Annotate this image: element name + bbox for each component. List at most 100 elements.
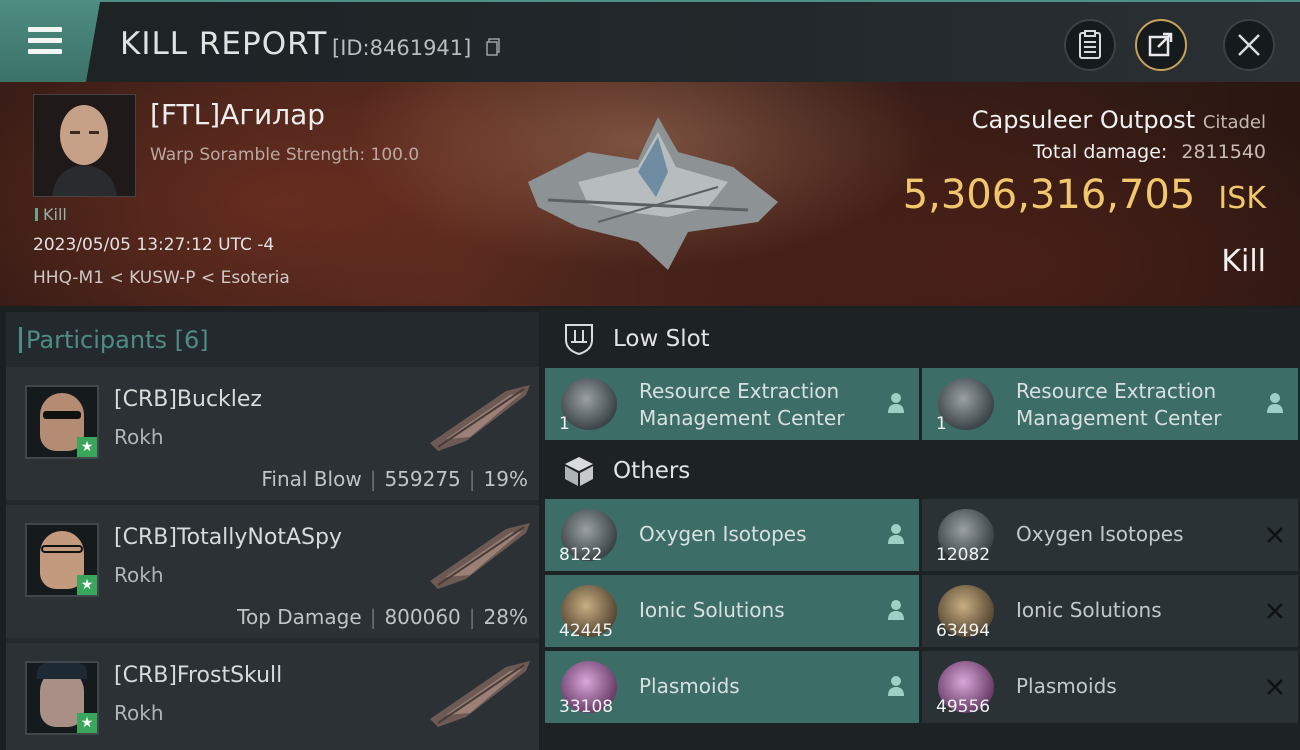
share-icon	[1148, 32, 1173, 57]
cube-icon	[565, 457, 593, 486]
participant-role: Final Blow	[261, 467, 362, 491]
item-quantity: 12082	[936, 545, 991, 565]
share-button[interactable]	[1135, 19, 1187, 71]
pilot-avatar	[34, 95, 135, 196]
participant-percent: 19%	[483, 467, 528, 491]
victim-pilot-name[interactable]: [FTL]Агилар	[150, 98, 325, 131]
clipboard-icon	[1079, 30, 1101, 59]
structure-class: Citadel	[1202, 112, 1266, 133]
ship-rokh-image	[430, 661, 530, 727]
ship-rokh-image	[430, 385, 530, 451]
item-quantity: 63494	[936, 621, 991, 641]
participants-header: Participants [6]	[19, 326, 209, 354]
person-icon	[888, 524, 904, 544]
participant-damage: 800060	[384, 605, 461, 629]
cargo-item[interactable]: 8122 Oxygen Isotopes	[545, 499, 919, 571]
participants-title: Participants	[26, 326, 167, 354]
person-icon	[888, 393, 904, 413]
item-quantity: 49556	[936, 697, 991, 717]
menu-button[interactable]	[0, 2, 100, 82]
total-damage-value: 2811540	[1181, 141, 1266, 163]
participant-name: [CRB]FrostSkull	[114, 663, 283, 688]
avatar: ★	[25, 385, 99, 459]
item-name: Ionic Solutions	[639, 598, 785, 622]
low-slot-item[interactable]: 1 Resource Extraction Management Center	[922, 368, 1298, 440]
item-name-line2: Management Center	[1016, 406, 1222, 430]
isk-unit: ISK	[1218, 181, 1266, 216]
participant-ship: Rokh	[114, 425, 164, 449]
participant-damage: 559275	[384, 467, 461, 491]
cargo-item[interactable]: 12082 Oxygen Isotopes	[922, 499, 1298, 571]
cargo-item[interactable]: 33108 Plasmoids	[545, 651, 919, 723]
item-quantity: 33108	[559, 697, 614, 717]
participants-panel: Participants [6] ★ [CRB]Bucklez Rokh Fin…	[6, 312, 539, 750]
star-badge-icon: ★	[77, 575, 97, 595]
person-icon	[888, 600, 904, 620]
warp-scramble-strength: Warp Soramble Strength: 100.0	[150, 145, 420, 165]
item-name: Resource Extraction Management Center	[1016, 378, 1221, 432]
close-icon	[1238, 34, 1260, 56]
avatar: ★	[25, 661, 99, 735]
structure-image[interactable]	[518, 112, 782, 272]
item-name: Oxygen Isotopes	[639, 522, 807, 546]
report-id: [ID:8461941]	[332, 36, 472, 60]
low-slot-icon	[565, 324, 593, 356]
isk-amount: 5,306,316,705	[902, 172, 1196, 218]
avatar: ★	[25, 523, 99, 597]
participant-stats: Final Blow | 559275 | 19%	[261, 467, 528, 491]
participant-ship: Rokh	[114, 563, 164, 587]
sunglasses	[43, 411, 81, 419]
top-bar: KILL REPORT [ID:8461941]	[0, 0, 1300, 84]
participant-name: [CRB]Bucklez	[114, 387, 262, 412]
cargo-item[interactable]: 49556 Plasmoids	[922, 651, 1298, 723]
participant-name: [CRB]TotallyNotASpy	[114, 525, 342, 550]
star-badge-icon: ★	[77, 713, 97, 733]
item-name-line1: Resource Extraction	[639, 379, 840, 403]
participant-row[interactable]: ★ [CRB]FrostSkull Rokh	[6, 643, 539, 750]
isk-value: 5,306,316,705 ISK	[903, 172, 1266, 218]
clipboard-button[interactable]	[1064, 19, 1116, 71]
destroyed-x-icon	[1267, 603, 1283, 619]
person-icon	[1267, 393, 1283, 413]
hair	[37, 663, 87, 679]
structure-name: Capsuleer Outpost	[971, 106, 1196, 134]
page-title: KILL REPORT	[120, 26, 328, 62]
participant-role: Top Damage	[237, 605, 362, 629]
destroyed-x-icon	[1267, 527, 1283, 543]
cargo-item[interactable]: 42445 Ionic Solutions	[545, 575, 919, 647]
participant-row[interactable]: ★ [CRB]TotallyNotASpy Rokh Top Damage | 80…	[6, 505, 539, 638]
item-name: Ionic Solutions	[1016, 598, 1162, 622]
low-slot-item[interactable]: 1 Resource Extraction Management Center	[545, 368, 919, 440]
participant-row[interactable]: ★ [CRB]Bucklez Rokh Final Blow | 559275 | 19…	[6, 367, 539, 500]
fitting-panel: Low Slot 1 Resource Extraction Managemen…	[540, 308, 1300, 750]
participant-percent: 28%	[483, 605, 528, 629]
kill-tag: Kill	[35, 205, 67, 224]
item-name-line2: Management Center	[639, 406, 845, 430]
item-name-line1: Resource Extraction	[1016, 379, 1217, 403]
participant-ship: Rokh	[114, 701, 164, 725]
item-name: Plasmoids	[1016, 674, 1117, 698]
others-title: Others	[613, 458, 691, 484]
item-quantity: 1	[559, 414, 570, 434]
total-damage-label: Total damage:	[1032, 141, 1168, 163]
kill-location[interactable]: HHQ-M1 < KUSW-P < Esoteria	[33, 268, 290, 288]
ship-rokh-image	[430, 523, 530, 589]
item-quantity: 42445	[559, 621, 614, 641]
glasses	[41, 545, 83, 553]
low-slot-title: Low Slot	[613, 326, 710, 352]
participants-count: [6]	[174, 326, 209, 354]
item-name: Resource Extraction Management Center	[639, 378, 844, 432]
person-icon	[888, 676, 904, 696]
item-quantity: 1	[936, 414, 947, 434]
copy-icon[interactable]	[486, 38, 500, 56]
kill-datetime: 2023/05/05 13:27:12 UTC -4	[33, 235, 275, 255]
victim-portrait[interactable]	[33, 94, 136, 197]
item-name: Plasmoids	[639, 674, 740, 698]
hamburger-menu-icon	[28, 27, 62, 55]
victim-structure: Capsuleer Outpost Citadel	[972, 106, 1266, 134]
cargo-item[interactable]: 63494 Ionic Solutions	[922, 575, 1298, 647]
item-quantity: 8122	[559, 545, 603, 565]
close-button[interactable]	[1223, 19, 1275, 71]
item-name: Oxygen Isotopes	[1016, 522, 1184, 546]
total-damage: Total damage: 2811540	[1033, 141, 1266, 163]
